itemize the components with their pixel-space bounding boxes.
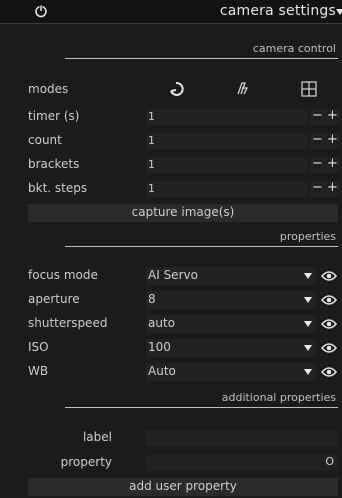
module-header[interactable]: camera settings: [0, 0, 342, 24]
count-value: 1: [148, 134, 155, 147]
shutterspeed-value: auto: [148, 316, 176, 330]
eye-icon[interactable]: [321, 270, 337, 282]
aperture-combobox[interactable]: 8: [146, 291, 316, 309]
timer-value: 1: [148, 110, 155, 123]
decrement-icon[interactable]: −: [312, 156, 323, 171]
section-properties: properties: [0, 228, 342, 250]
single-shot-mode-icon[interactable]: [168, 81, 184, 97]
increment-icon[interactable]: +: [327, 156, 338, 171]
modes-label: modes: [28, 82, 69, 96]
focus-mode-combobox[interactable]: AI Servo: [146, 267, 316, 285]
increment-icon[interactable]: +: [327, 132, 338, 147]
section-divider: [65, 407, 338, 408]
bracket-grid-mode-icon[interactable]: [301, 81, 317, 97]
bkt-steps-label: bkt. steps: [28, 181, 88, 195]
section-additional-properties: additional properties: [0, 389, 342, 411]
sequence-mode-icon[interactable]: [234, 80, 250, 96]
label-input[interactable]: [146, 430, 338, 446]
brackets-label: brackets: [28, 157, 80, 171]
property-suffix-label: O: [325, 455, 334, 468]
section-divider: [65, 58, 338, 59]
add-user-property-button[interactable]: add user property: [28, 478, 338, 496]
bkt-steps-slider[interactable]: 1: [146, 181, 308, 197]
eye-icon[interactable]: [321, 342, 337, 354]
count-stepper[interactable]: − +: [310, 132, 340, 149]
dropdown-arrow-icon: [304, 345, 312, 351]
decrement-icon[interactable]: −: [312, 132, 323, 147]
count-slider[interactable]: 1: [146, 133, 308, 149]
increment-icon[interactable]: +: [327, 108, 338, 123]
shutterspeed-label: shutterspeed: [28, 316, 108, 330]
increment-icon[interactable]: +: [327, 180, 338, 195]
capture-button[interactable]: capture image(s): [28, 204, 338, 222]
chevron-down-icon[interactable]: [336, 9, 342, 17]
dropdown-arrow-icon: [304, 321, 312, 327]
wb-label: WB: [28, 364, 49, 378]
eye-icon[interactable]: [321, 318, 337, 330]
dropdown-arrow-icon: [304, 369, 312, 375]
iso-label: ISO: [28, 340, 49, 354]
property-field-label: property: [60, 455, 112, 469]
section-camera-control: camera control: [0, 40, 342, 62]
dropdown-arrow-icon: [304, 297, 312, 303]
bkt-steps-stepper[interactable]: − +: [310, 180, 340, 197]
label-field-label: label: [82, 430, 112, 444]
timer-slider[interactable]: 1: [146, 109, 308, 125]
section-title: properties: [279, 230, 336, 243]
section-title: additional properties: [221, 391, 336, 404]
power-icon[interactable]: [34, 4, 48, 18]
section-title: camera control: [252, 42, 336, 55]
aperture-value: 8: [148, 292, 156, 306]
decrement-icon[interactable]: −: [312, 108, 323, 123]
bkt-steps-value: 1: [148, 182, 155, 195]
section-divider: [65, 246, 338, 247]
shutterspeed-combobox[interactable]: auto: [146, 315, 316, 333]
iso-value: 100: [148, 340, 171, 354]
focus-mode-label: focus mode: [28, 268, 98, 282]
brackets-stepper[interactable]: − +: [310, 156, 340, 173]
eye-icon[interactable]: [321, 294, 337, 306]
count-label: count: [28, 133, 62, 147]
iso-combobox[interactable]: 100: [146, 339, 316, 357]
brackets-value: 1: [148, 158, 155, 171]
dropdown-arrow-icon: [304, 273, 312, 279]
focus-mode-value: AI Servo: [148, 268, 198, 282]
decrement-icon[interactable]: −: [312, 180, 323, 195]
eye-icon[interactable]: [321, 366, 337, 378]
property-input[interactable]: O: [146, 455, 338, 471]
timer-stepper[interactable]: − +: [310, 108, 340, 125]
aperture-label: aperture: [28, 292, 80, 306]
timer-label: timer (s): [28, 109, 80, 123]
wb-combobox[interactable]: Auto: [146, 363, 316, 381]
wb-value: Auto: [148, 364, 176, 378]
module-title: camera settings: [219, 3, 336, 19]
brackets-slider[interactable]: 1: [146, 157, 308, 173]
